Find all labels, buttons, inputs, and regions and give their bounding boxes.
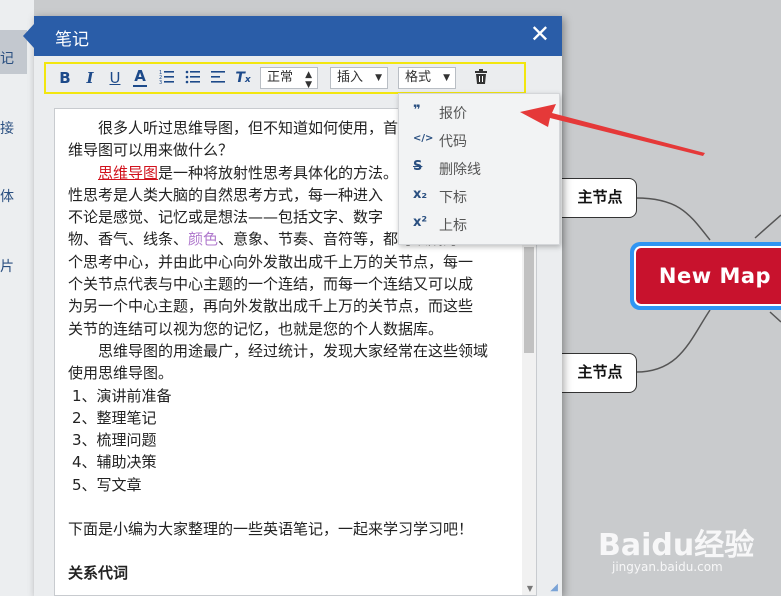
paragraph-2-line-g: 为另一个中心主题，再向外发散出成千上万的关节点，而这些 <box>68 297 474 316</box>
watermark-brand: Baidu经验 <box>598 528 755 563</box>
center-node-label: New Map <box>634 246 781 306</box>
code-icon: </> <box>413 133 434 144</box>
dropdown-item-quote[interactable]: ❞ 报价 <box>399 98 559 126</box>
list-item: 5、写文章 <box>72 475 142 494</box>
paragraph-style-value: 正常 <box>267 70 294 85</box>
dropdown-item-label: 报价 <box>439 106 467 122</box>
center-node[interactable]: New Map <box>630 242 781 310</box>
paragraph-3-line-b: 使用思维导图。 <box>68 364 174 383</box>
svg-text:3: 3 <box>159 80 162 84</box>
stepper-icon: ▲ ▼ <box>305 70 312 90</box>
dialog-titlebar[interactable]: 笔记 ✕ <box>23 16 562 56</box>
subscript-icon: x₂ <box>413 187 428 202</box>
insert-menu-label: 插入 <box>337 70 364 85</box>
clear-format-icon[interactable]: Tx <box>234 68 252 88</box>
insert-menu[interactable]: 插入 ▼ <box>330 67 388 89</box>
trash-icon[interactable] <box>472 69 490 89</box>
editor-toolbar: B I U A 123 Tx 正常 ▲ ▼ 插入 ▼ 格式 ▼ <box>44 62 526 94</box>
watermark-url: jingyan.baidu.com <box>612 560 723 574</box>
paragraph-3: 思维导图的用途最广，经过统计，发现大家经常在这些领域 <box>98 341 489 360</box>
paragraph-style-select[interactable]: 正常 ▲ ▼ <box>260 67 318 90</box>
format-menu-label: 格式 <box>405 70 432 85</box>
strikethrough-icon: S <box>413 159 423 174</box>
colored-text: 颜色 <box>188 230 219 249</box>
dropdown-item-code[interactable]: </> 代码 <box>399 126 559 154</box>
dropdown-item-superscript[interactable]: x² 上标 <box>399 210 559 238</box>
bold-button[interactable]: B <box>58 68 72 88</box>
dropdown-item-label: 上标 <box>439 218 467 234</box>
paragraph-2-line-f: 个关节点代表与中心主题的一个连结，而每一个连结又可以成 <box>68 275 474 294</box>
align-left-icon[interactable] <box>209 68 227 88</box>
underline-button[interactable]: U <box>108 68 122 88</box>
paragraph-2-text: 是一种将放射性思考具体化的方法。 <box>158 163 399 182</box>
close-icon[interactable]: ✕ <box>530 22 550 46</box>
title-notch <box>23 24 34 48</box>
resize-grip-icon[interactable]: ◢ <box>550 582 558 593</box>
dropdown-item-label: 下标 <box>439 190 467 206</box>
format-dropdown: ❞ 报价 </> 代码 S 删除线 x₂ 下标 x² 上标 <box>398 93 560 245</box>
dialog-title: 笔记 <box>55 30 89 50</box>
ordered-list-icon[interactable]: 123 <box>158 68 176 88</box>
list-item: 1、演讲前准备 <box>72 386 172 405</box>
mindmap-link[interactable]: 思维导图 <box>98 164 158 182</box>
font-color-button[interactable]: A <box>133 68 147 87</box>
paragraph-2-line-e: 个思考中心，并由此中心向外发散出成千上万的关节点，每一 <box>68 252 474 271</box>
list-item: 4、辅助决策 <box>72 453 157 472</box>
quote-icon: ❞ <box>413 103 421 118</box>
heading-relative-pronoun: 关系代词 <box>68 564 129 583</box>
dropdown-item-subscript[interactable]: x₂ 下标 <box>399 182 559 210</box>
text-span: 物、香气、线条、 <box>68 230 189 249</box>
bullet-list-icon[interactable] <box>184 68 202 88</box>
dropdown-item-label: 代码 <box>439 134 467 150</box>
dropdown-item-strikethrough[interactable]: S 删除线 <box>399 154 559 182</box>
dropdown-item-label: 删除线 <box>439 162 481 178</box>
chevron-down-icon: ▼ <box>443 73 450 83</box>
list-item: 3、梳理问题 <box>72 431 157 450</box>
scroll-down-icon[interactable]: ▼ <box>527 584 533 593</box>
paragraph-4: 下面是小编为大家整理的一些英语笔记，一起来学习学习吧！ <box>68 520 474 539</box>
list-item: 2、整理笔记 <box>72 408 157 427</box>
format-menu[interactable]: 格式 ▼ <box>398 67 456 89</box>
italic-button[interactable]: I <box>83 68 97 88</box>
scroll-thumb[interactable] <box>524 247 534 353</box>
paragraph-2-line-h: 关节的连结可以视为您的记忆，也就是您的个人数据库。 <box>68 319 444 338</box>
superscript-icon: x² <box>413 215 428 230</box>
chevron-down-icon: ▼ <box>375 73 382 83</box>
